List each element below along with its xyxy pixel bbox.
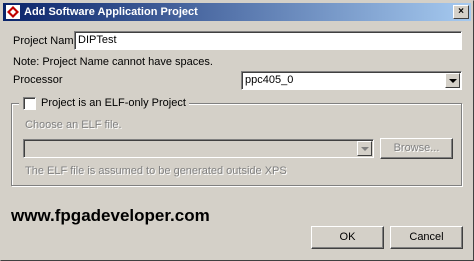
project-name-value: DIPTest (78, 34, 117, 46)
elf-only-checkbox-label[interactable]: Project is an ELF-only Project (41, 97, 186, 109)
xilinx-logo-icon (6, 5, 20, 19)
processor-value: ppc405_0 (245, 74, 294, 86)
chevron-down-icon[interactable] (357, 141, 372, 156)
project-name-input[interactable]: DIPTest (74, 31, 462, 50)
processor-select[interactable]: ppc405_0 (241, 71, 462, 90)
browse-button[interactable]: Browse... (380, 138, 453, 159)
project-name-note: Note: Project Name cannot have spaces. (13, 56, 213, 68)
close-button[interactable]: × (453, 5, 469, 19)
ok-button[interactable]: OK (311, 226, 384, 249)
processor-label: Processor (13, 74, 63, 86)
chevron-down-icon[interactable] (445, 73, 460, 88)
browse-button-label: Browse... (393, 142, 440, 154)
cancel-button[interactable]: Cancel (390, 226, 463, 249)
elf-info-text: The ELF file is assumed to be generated … (25, 165, 287, 177)
dialog-window: Add Software Application Project × Proje… (0, 0, 474, 261)
window-title: Add Software Application Project (24, 6, 198, 18)
elf-file-select[interactable] (23, 139, 374, 158)
project-name-label: Project Name (13, 35, 80, 47)
elf-only-checkbox-box[interactable] (23, 97, 36, 110)
title-bar[interactable]: Add Software Application Project × (3, 3, 471, 21)
ok-button-label: OK (339, 231, 356, 243)
close-icon: × (458, 6, 464, 17)
cancel-button-label: Cancel (409, 231, 444, 243)
watermark-text: www.fpgadeveloper.com (11, 206, 210, 225)
choose-elf-label: Choose an ELF file. (25, 119, 122, 131)
